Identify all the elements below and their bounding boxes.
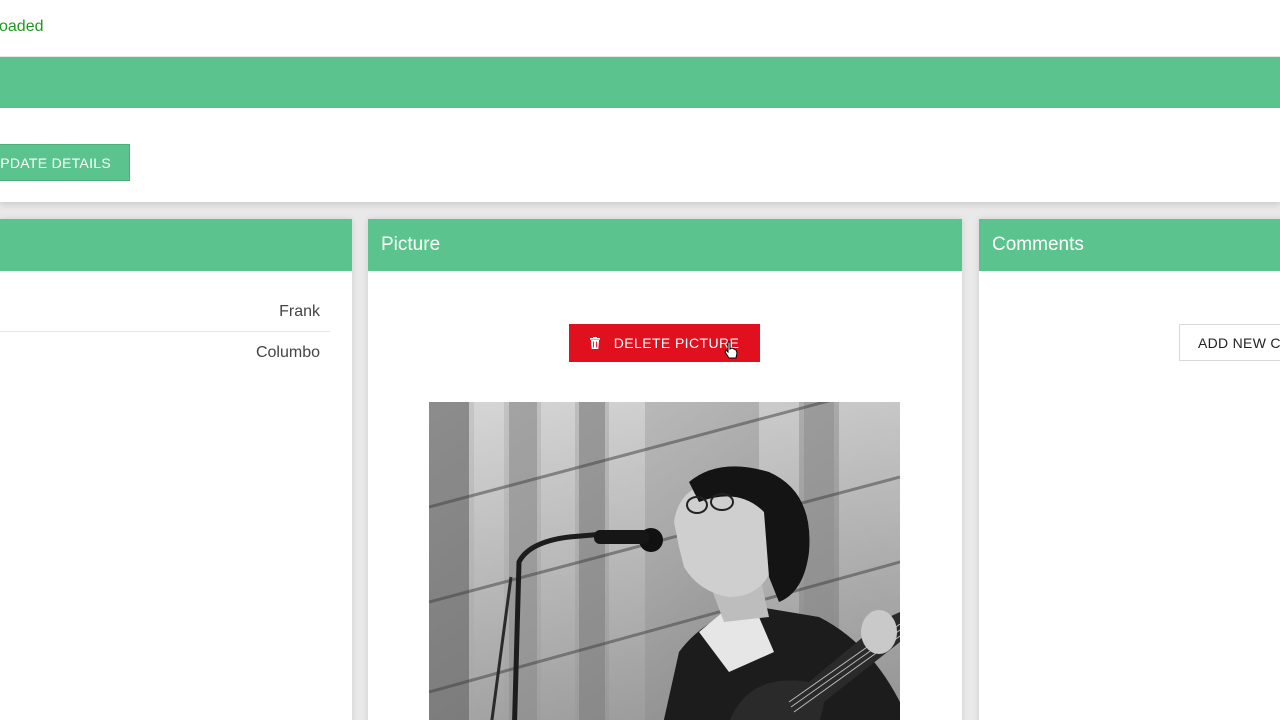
detail-value: Columbo (255, 344, 320, 361)
status-bar: oaded (0, 0, 1280, 56)
delete-picture-label: DELETE PICTURE (613, 335, 740, 351)
hand-cursor-icon (724, 341, 738, 359)
details-card: Frank Columbo (0, 219, 352, 720)
details-card-header (0, 219, 352, 271)
toolbar: PDATE DETAILS (0, 108, 1280, 202)
detail-row-first-name: Frank (0, 292, 330, 332)
page: oaded PDATE DETAILS Frank Columbo Pictur… (0, 0, 1280, 720)
comments-card: Comments ADD NEW C (979, 219, 1280, 720)
picture-card: Picture DELETE PICTURE (368, 219, 962, 720)
trash-icon (589, 337, 600, 349)
picture-card-title: Picture (368, 219, 962, 271)
profile-photo (429, 402, 900, 720)
detail-row-last-name: Columbo (0, 333, 330, 373)
update-details-button[interactable]: PDATE DETAILS (0, 144, 130, 181)
comments-card-title: Comments (979, 219, 1280, 271)
add-new-comment-button[interactable]: ADD NEW C (1179, 324, 1280, 361)
header-band (0, 57, 1280, 108)
status-message: oaded (0, 18, 44, 35)
singer-photo-image (429, 402, 900, 720)
detail-value: Frank (279, 302, 320, 320)
